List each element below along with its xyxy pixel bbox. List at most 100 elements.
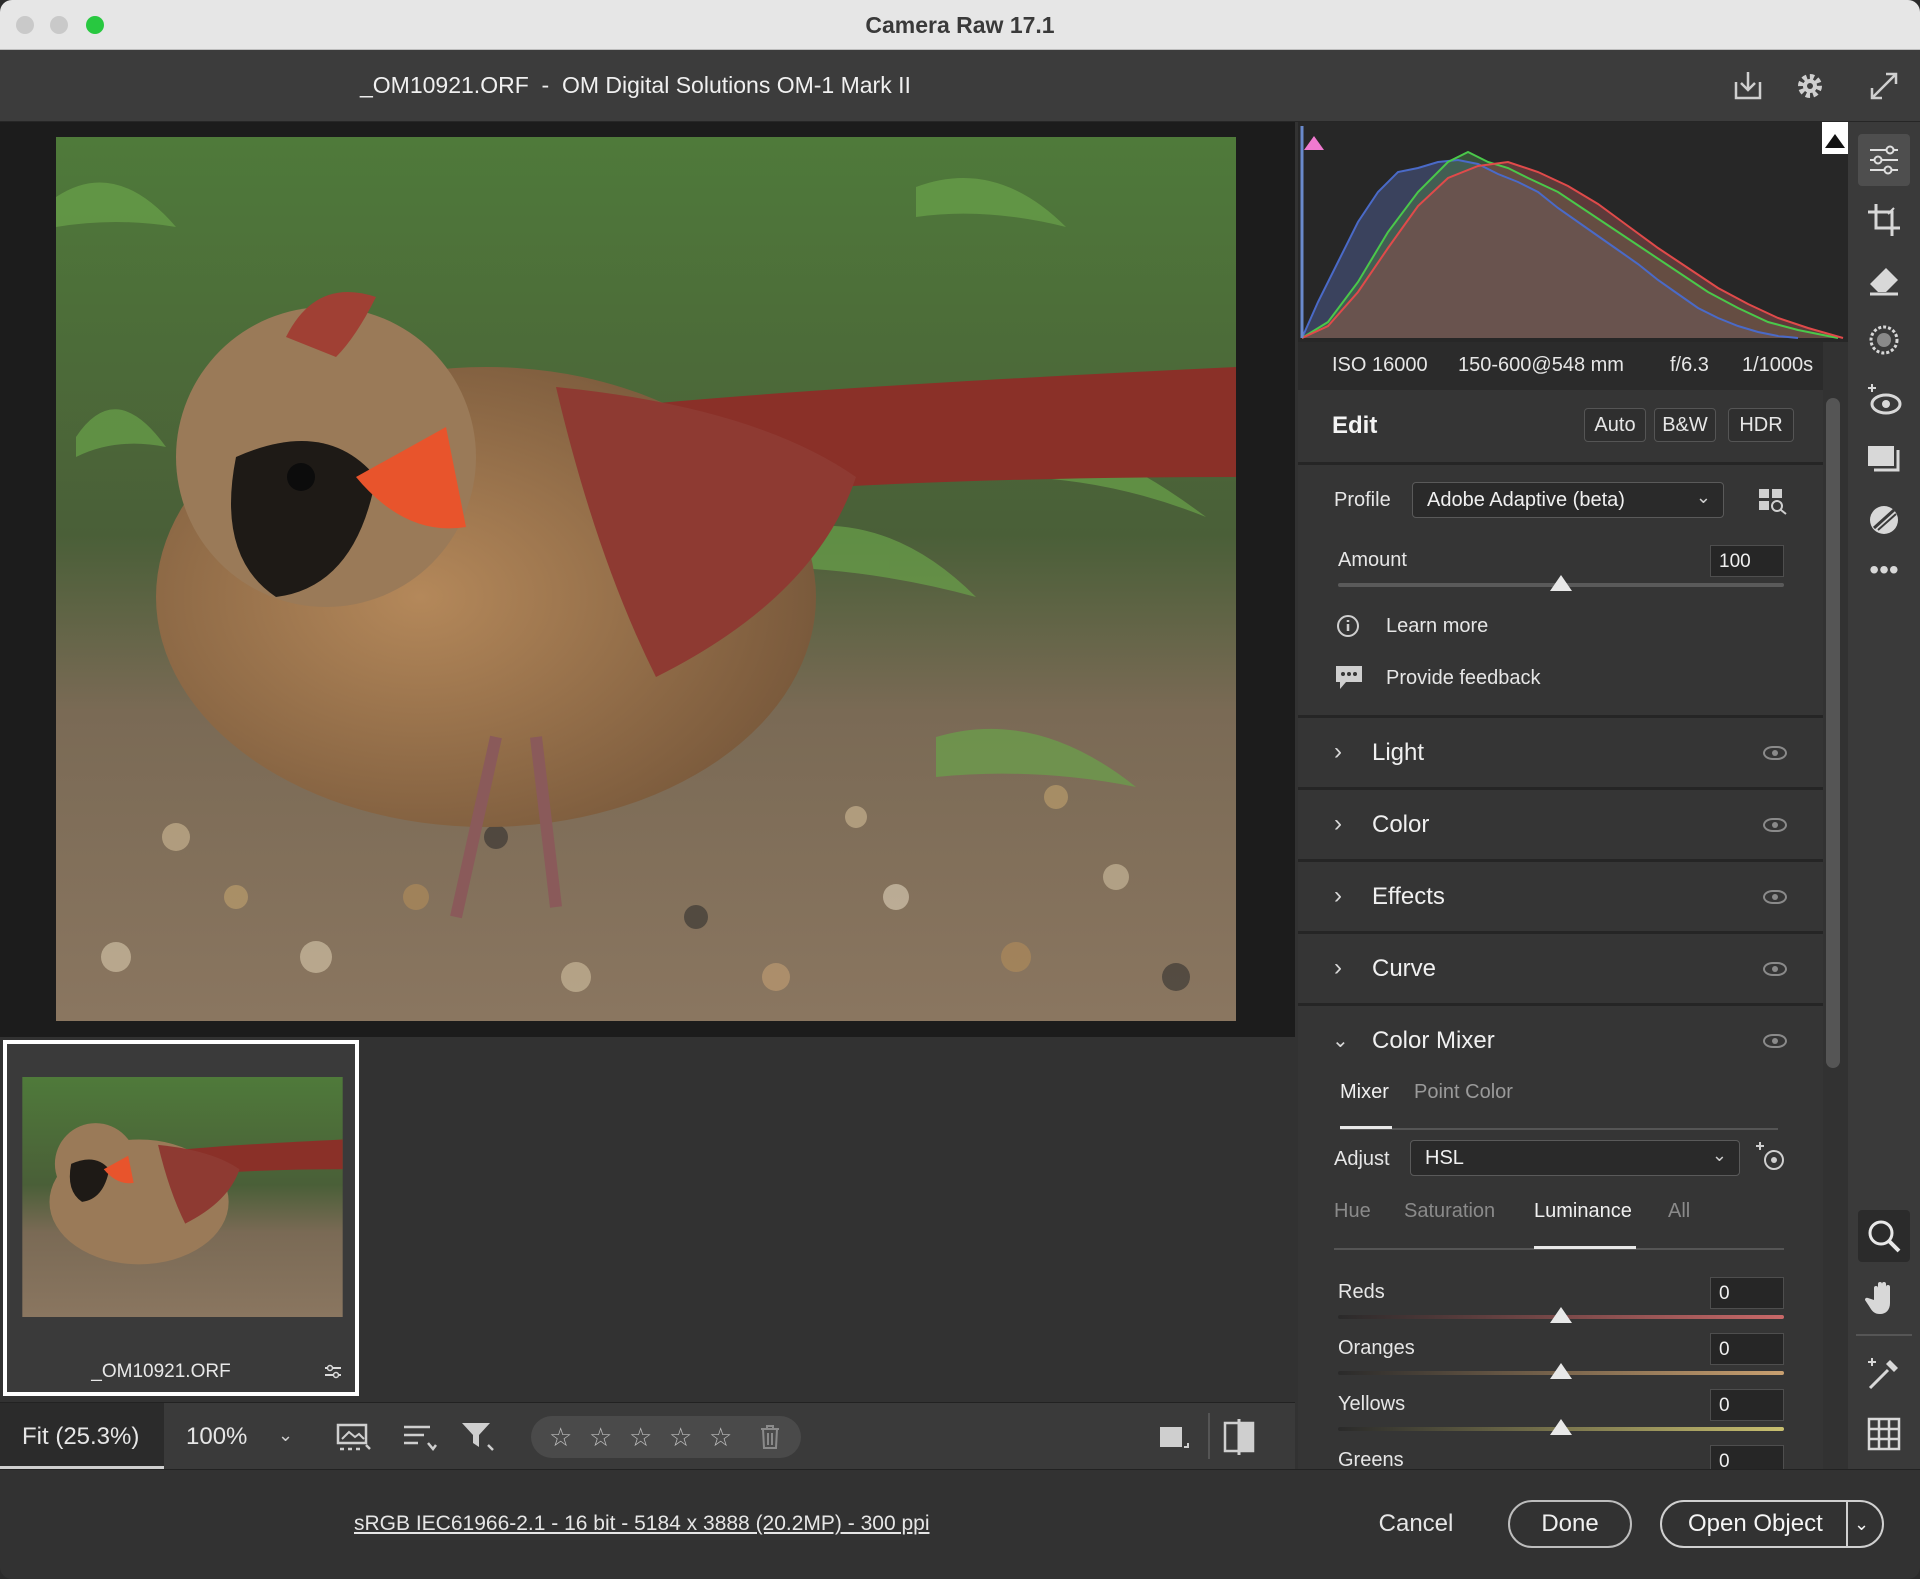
gear-icon[interactable] [1790, 66, 1830, 106]
camera-raw-window: Camera Raw 17.1 _OM10921.ORF - OM Digita… [0, 0, 1920, 1579]
grid-icon[interactable] [1864, 1414, 1904, 1454]
provide-feedback-link[interactable]: Provide feedback [1386, 667, 1541, 690]
slider-value-oranges[interactable]: 0 [1710, 1333, 1784, 1365]
workflow-options-link[interactable]: sRGB IEC61966-2.1 - 16 bit - 5184 x 3888… [354, 1512, 929, 1536]
active-subtab-indicator [1534, 1246, 1636, 1249]
subtab-hue[interactable]: Hue [1334, 1200, 1371, 1223]
filmstrip-thumbnail[interactable]: _OM10921.ORF [3, 1040, 359, 1396]
snapshots-icon[interactable] [1864, 440, 1904, 480]
filmstrip-toggle-icon[interactable] [336, 1421, 376, 1453]
hdr-button[interactable]: HDR [1728, 408, 1794, 442]
info-icon [1336, 614, 1360, 638]
color-mixer-section-title[interactable]: Color Mixer [1372, 1027, 1495, 1055]
visibility-eye-icon[interactable] [1763, 746, 1787, 760]
zoom-dropdown-icon[interactable]: ⌄ [278, 1425, 293, 1446]
color-section-title: Color [1372, 811, 1430, 838]
adjust-select[interactable]: HSL ⌄ [1410, 1140, 1740, 1176]
bw-button[interactable]: B&W [1654, 408, 1716, 442]
shadow-clipping-icon[interactable] [1306, 132, 1326, 150]
slider-thumb-oranges[interactable] [1550, 1363, 1572, 1379]
light-section[interactable]: › Light [1298, 715, 1823, 787]
subtab-saturation[interactable]: Saturation [1404, 1200, 1495, 1223]
slider-label-greens: Greens [1338, 1449, 1404, 1469]
visibility-eye-icon[interactable] [1763, 890, 1787, 904]
fullscreen-icon[interactable] [1864, 66, 1904, 106]
chevron-right-icon: › [1334, 954, 1342, 981]
zoom-icon[interactable] [1864, 1216, 1904, 1256]
star-3-icon[interactable]: ☆ [629, 1422, 652, 1453]
slider-label-yellows: Yellows [1338, 1393, 1406, 1415]
single-view-icon[interactable] [1158, 1421, 1190, 1453]
photo-preview[interactable] [56, 137, 1236, 1021]
filter-icon[interactable] [460, 1419, 496, 1453]
star-5-icon[interactable]: ☆ [709, 1422, 732, 1453]
slider-value-reds[interactable]: 0 [1710, 1277, 1784, 1309]
subtab-luminance[interactable]: Luminance [1534, 1200, 1632, 1223]
profile-section: Profile Adobe Adaptive (beta) ⌄ Amount 1… [1298, 462, 1823, 715]
panel-scrollbar[interactable] [1826, 398, 1840, 1068]
tab-mixer[interactable]: Mixer [1340, 1081, 1389, 1104]
profile-select[interactable]: Adobe Adaptive (beta) ⌄ [1412, 482, 1724, 518]
edit-title: Edit [1332, 412, 1378, 439]
before-after-icon[interactable] [1222, 1419, 1258, 1455]
tab-underline [1340, 1128, 1778, 1130]
edit-sliders-icon[interactable] [1864, 140, 1904, 180]
slider-label-oranges: Oranges [1338, 1337, 1415, 1359]
open-object-button[interactable]: Open Object ⌄ [1660, 1500, 1884, 1548]
slider-label-reds: Reds [1338, 1281, 1385, 1303]
trash-icon[interactable] [759, 1424, 781, 1450]
masking-icon[interactable] [1864, 320, 1904, 360]
visibility-eye-icon[interactable] [1763, 818, 1787, 832]
auto-button[interactable]: Auto [1584, 408, 1646, 442]
zoom-fit-button[interactable]: Fit (25.3%) [0, 1403, 164, 1469]
tab-point-color[interactable]: Point Color [1414, 1081, 1513, 1104]
chevron-right-icon: › [1334, 882, 1342, 909]
effects-section[interactable]: › Effects [1298, 859, 1823, 931]
lens-value: 150-600@548 mm [1458, 354, 1624, 376]
color-sampler-icon[interactable] [1864, 1354, 1904, 1394]
slider-thumb-yellows[interactable] [1550, 1419, 1572, 1435]
curve-section[interactable]: › Curve [1298, 931, 1823, 1003]
hand-icon[interactable] [1864, 1278, 1904, 1318]
button-divider [1846, 1502, 1848, 1546]
presets-icon[interactable] [1864, 500, 1904, 540]
open-object-label: Open Object [1688, 1510, 1823, 1537]
amount-slider-thumb[interactable] [1550, 575, 1572, 591]
color-section[interactable]: › Color [1298, 787, 1823, 859]
red-eye-icon[interactable] [1864, 380, 1904, 420]
zoom-100-button[interactable]: 100% [186, 1423, 247, 1451]
star-4-icon[interactable]: ☆ [669, 1422, 692, 1453]
effects-section-title: Effects [1372, 883, 1445, 910]
targeted-adjustment-icon[interactable] [1754, 1140, 1788, 1174]
star-2-icon[interactable]: ☆ [589, 1422, 612, 1453]
done-button[interactable]: Done [1508, 1500, 1632, 1548]
learn-more-link[interactable]: Learn more [1386, 615, 1488, 638]
aperture-value: f/6.3 [1670, 354, 1709, 376]
light-section-title: Light [1372, 739, 1425, 766]
star-1-icon[interactable]: ☆ [549, 1422, 572, 1453]
cancel-button[interactable]: Cancel [1364, 1500, 1468, 1548]
thumbnail-filename: _OM10921.ORF [91, 1361, 231, 1382]
subtab-all[interactable]: All [1668, 1200, 1690, 1223]
chevron-down-icon[interactable]: ⌄ [1854, 1502, 1869, 1546]
slider-value-greens[interactable]: 0 [1710, 1445, 1784, 1469]
visibility-eye-icon[interactable] [1763, 962, 1787, 976]
slider-thumb-reds[interactable] [1550, 1307, 1572, 1323]
sort-icon[interactable] [402, 1421, 438, 1453]
visibility-eye-icon[interactable] [1763, 1034, 1787, 1048]
amount-label: Amount [1338, 549, 1407, 571]
title-bar: Camera Raw 17.1 [0, 0, 1920, 50]
save-icon[interactable] [1728, 66, 1768, 106]
crop-icon[interactable] [1864, 200, 1904, 240]
amount-input[interactable]: 100 [1710, 545, 1784, 577]
adjust-label: Adjust [1334, 1148, 1390, 1170]
color-mixer-section: ⌄ Color Mixer Mixer Point Color Adjust H… [1298, 1003, 1823, 1469]
rating-stars: ☆ ☆ ☆ ☆ ☆ [531, 1416, 801, 1458]
chevron-down-icon[interactable]: ⌄ [1332, 1028, 1349, 1053]
highlight-clipping-icon[interactable] [1822, 122, 1848, 154]
tool-rail: ••• [1848, 122, 1920, 1469]
eraser-icon[interactable] [1864, 260, 1904, 300]
slider-value-yellows[interactable]: 0 [1710, 1389, 1784, 1421]
more-icon[interactable]: ••• [1864, 556, 1904, 600]
profile-browser-icon[interactable] [1758, 487, 1788, 515]
